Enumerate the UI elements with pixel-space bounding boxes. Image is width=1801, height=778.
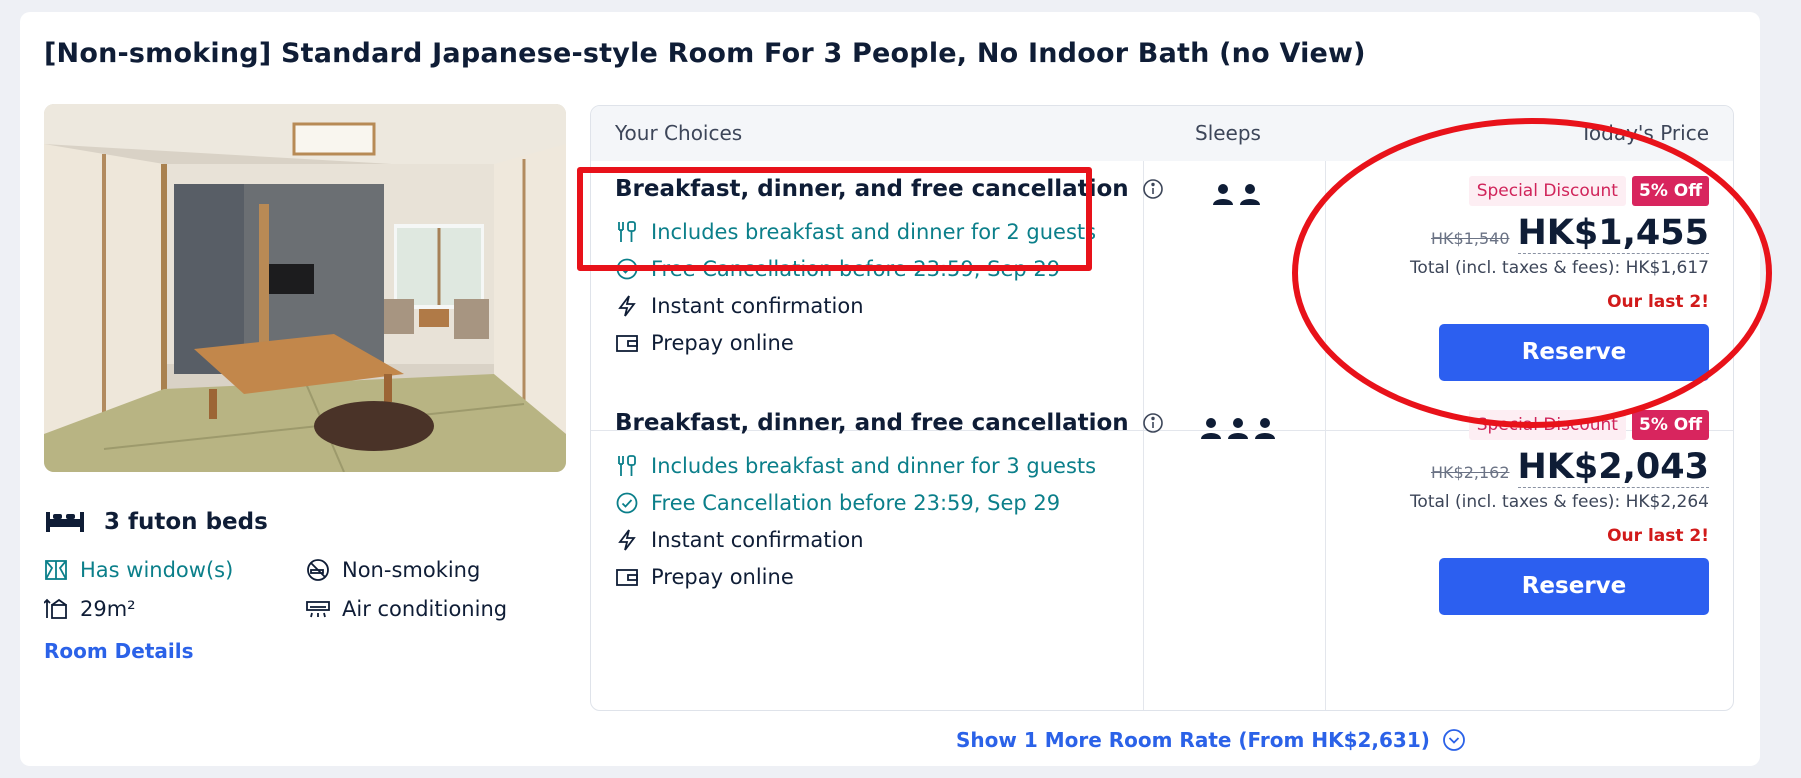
- amenity-windows: Has window(s): [44, 558, 233, 582]
- price-block-2: Special Discount 5% Off HK$2,162 HK$2,04…: [1379, 410, 1709, 615]
- choice-title: Breakfast, dinner, and free cancellation: [615, 176, 1165, 202]
- availability-warning: Our last 2!: [1607, 291, 1709, 312]
- meal-text: Includes breakfast and dinner for 3 gues…: [651, 454, 1097, 478]
- percent-off-badge: 5% Off: [1631, 410, 1709, 440]
- person-icon: [1226, 416, 1250, 440]
- room-card: [Non-smoking] Standard Japanese-style Ro…: [20, 12, 1760, 766]
- wallet-icon: [615, 331, 639, 355]
- person-icon: [1199, 416, 1223, 440]
- amenity-label: 29m²: [80, 597, 136, 621]
- beds-label: 3 futon beds: [104, 509, 268, 535]
- price-block-1: Special Discount 5% Off HK$1,540 HK$1,45…: [1379, 176, 1709, 381]
- confirmation-text: Instant confirmation: [651, 294, 864, 318]
- price-line: HK$1,540 HK$1,455: [1379, 214, 1709, 254]
- discount-badges: Special Discount 5% Off: [1379, 176, 1709, 206]
- cancellation-text: Free Cancellation before 23:59, Sep 29: [651, 257, 1061, 281]
- amenity-label: Air conditioning: [342, 597, 508, 621]
- header-todays-price: Today's Price: [1580, 121, 1709, 145]
- wallet-icon: [615, 565, 639, 589]
- total-price: Total (incl. taxes & fees): HK$2,264: [1409, 491, 1709, 512]
- current-price[interactable]: HK$2,043: [1517, 448, 1709, 488]
- bed-info: 3 futon beds: [44, 509, 268, 535]
- room-size-icon: [44, 597, 68, 621]
- choice-title-text: Breakfast, dinner, and free cancellation: [615, 176, 1129, 202]
- check-circle-icon: [615, 257, 639, 281]
- cancellation-option: Free Cancellation before 23:59, Sep 29: [615, 491, 1165, 515]
- meal-option: Includes breakfast and dinner for 2 gues…: [615, 220, 1165, 244]
- cutlery-icon: [615, 454, 639, 478]
- header-sleeps: Sleeps: [1195, 121, 1261, 145]
- availability-warning: Our last 2!: [1607, 525, 1709, 546]
- confirmation-option: Instant confirmation: [615, 528, 1165, 552]
- lightning-icon: [615, 528, 639, 552]
- window-icon: [44, 558, 68, 582]
- sleeps-icons: [1199, 416, 1277, 440]
- person-icon: [1253, 416, 1277, 440]
- special-discount-badge: Special Discount: [1468, 410, 1626, 440]
- info-icon[interactable]: [1141, 411, 1165, 435]
- sleeps-icons: [1211, 182, 1262, 206]
- meal-text: Includes breakfast and dinner for 2 gues…: [651, 220, 1097, 244]
- payment-option: Prepay online: [615, 331, 1165, 355]
- table-header: Your Choices Sleeps Today's Price: [591, 106, 1733, 161]
- amenity-non-smoking: Non-smoking: [306, 558, 480, 582]
- payment-text: Prepay online: [651, 565, 794, 589]
- header-your-choices: Your Choices: [615, 121, 743, 145]
- cancellation-option: Free Cancellation before 23:59, Sep 29: [615, 257, 1165, 281]
- check-circle-icon: [615, 491, 639, 515]
- amenity-label: Has window(s): [80, 558, 234, 582]
- confirmation-text: Instant confirmation: [651, 528, 864, 552]
- choice-title-text: Breakfast, dinner, and free cancellation: [615, 410, 1129, 436]
- rate-choice-1: Breakfast, dinner, and free cancellation…: [615, 176, 1165, 355]
- show-more-rates-link[interactable]: Show 1 More Room Rate (From HK$2,631): [956, 728, 1466, 752]
- room-title: [Non-smoking] Standard Japanese-style Ro…: [44, 38, 1366, 69]
- no-smoking-icon: [306, 558, 330, 582]
- column-divider: [1325, 161, 1326, 710]
- air-conditioning-icon: [306, 597, 330, 621]
- person-icon: [1211, 182, 1235, 206]
- amenity-label: Non-smoking: [342, 558, 481, 582]
- info-icon[interactable]: [1141, 177, 1165, 201]
- room-photo-illustration: [44, 104, 566, 472]
- meal-option: Includes breakfast and dinner for 3 gues…: [615, 454, 1165, 478]
- price-line: HK$2,162 HK$2,043: [1379, 448, 1709, 488]
- room-details-link[interactable]: Room Details: [44, 639, 194, 663]
- lightning-icon: [615, 294, 639, 318]
- show-more-rates-text: Show 1 More Room Rate (From HK$2,631): [956, 728, 1430, 752]
- original-price: HK$2,162: [1431, 463, 1510, 482]
- amenity-room-size: 29m²: [44, 597, 136, 621]
- room-photo[interactable]: [44, 104, 566, 472]
- total-price: Total (incl. taxes & fees): HK$1,617: [1409, 257, 1709, 278]
- choice-title: Breakfast, dinner, and free cancellation: [615, 410, 1165, 436]
- bed-icon: [44, 509, 86, 535]
- current-price[interactable]: HK$1,455: [1517, 214, 1709, 254]
- discount-badges: Special Discount 5% Off: [1379, 410, 1709, 440]
- payment-text: Prepay online: [651, 331, 794, 355]
- original-price: HK$1,540: [1431, 229, 1510, 248]
- special-discount-badge: Special Discount: [1468, 176, 1626, 206]
- person-icon: [1238, 182, 1262, 206]
- rate-table: Your Choices Sleeps Today's Price Breakf…: [590, 105, 1734, 711]
- confirmation-option: Instant confirmation: [615, 294, 1165, 318]
- cutlery-icon: [615, 220, 639, 244]
- cancellation-text: Free Cancellation before 23:59, Sep 29: [651, 491, 1061, 515]
- chevron-down-circle-icon: [1442, 728, 1466, 752]
- rate-choice-2: Breakfast, dinner, and free cancellation…: [615, 410, 1165, 589]
- amenity-air-conditioning: Air conditioning: [306, 597, 507, 621]
- payment-option: Prepay online: [615, 565, 1165, 589]
- percent-off-badge: 5% Off: [1631, 176, 1709, 206]
- reserve-button[interactable]: Reserve: [1439, 557, 1709, 615]
- reserve-button[interactable]: Reserve: [1439, 323, 1709, 381]
